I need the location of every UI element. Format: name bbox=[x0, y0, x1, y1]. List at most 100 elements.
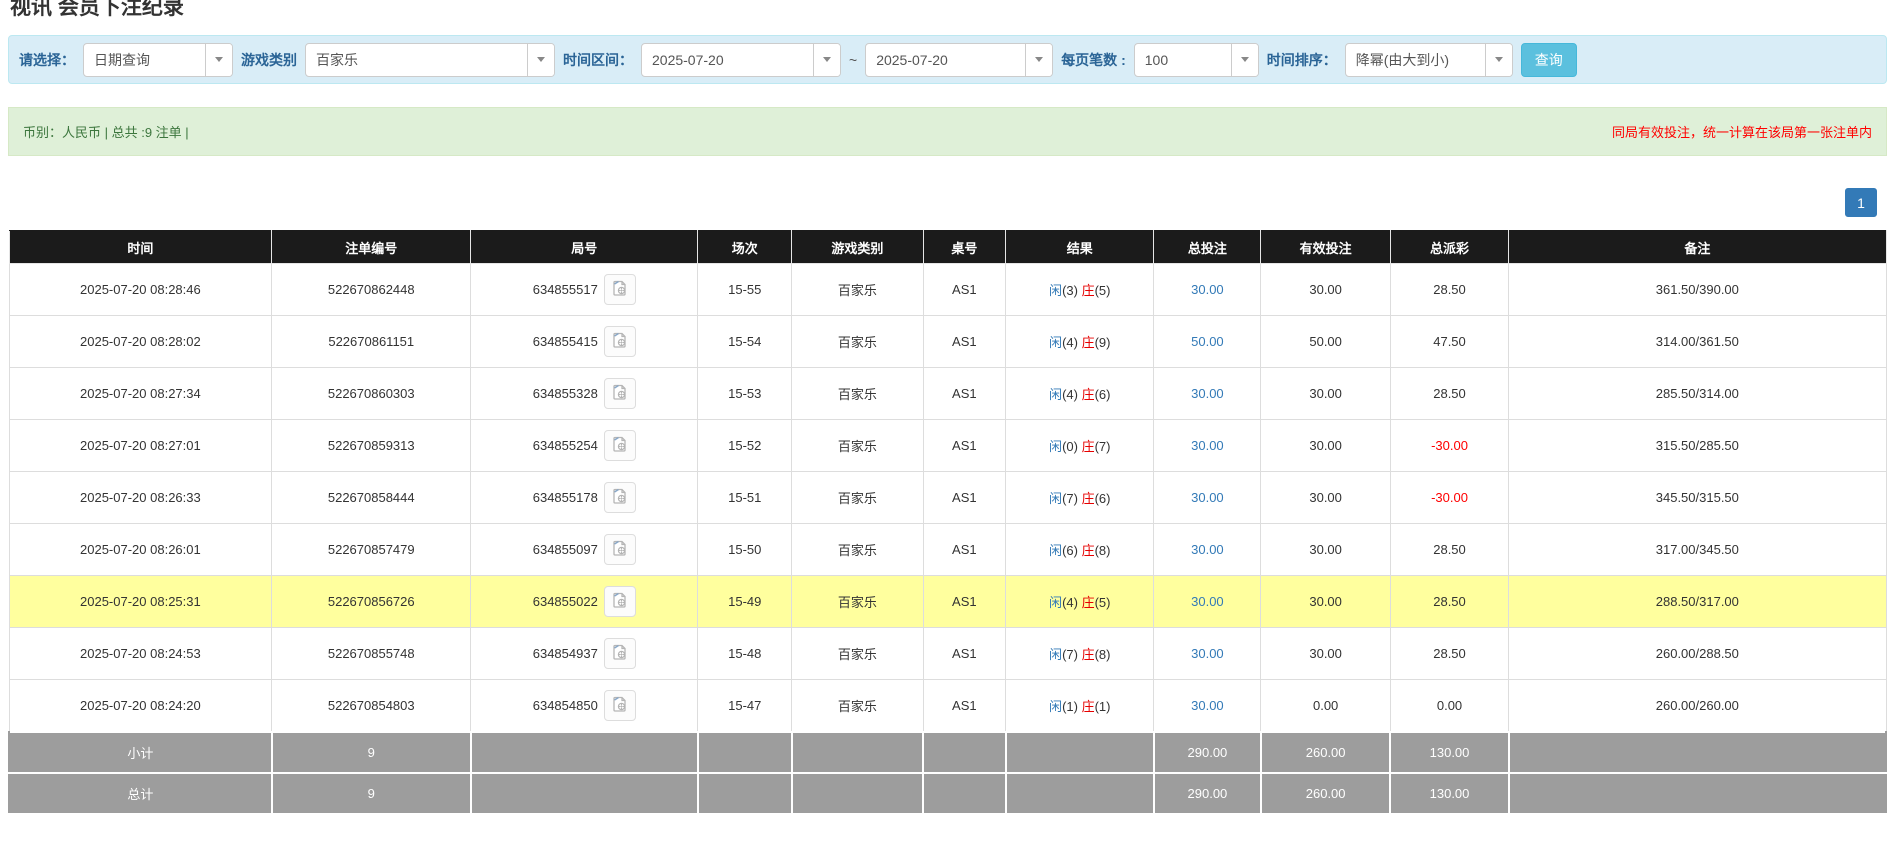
result-banker-label: 庄 bbox=[1082, 647, 1095, 662]
result-player-label: 闲 bbox=[1049, 647, 1062, 662]
cell-round-id: 634855328 bbox=[471, 368, 698, 420]
result-banker-label: 庄 bbox=[1082, 283, 1095, 298]
query-button[interactable]: 查询 bbox=[1521, 43, 1577, 77]
result-banker-score: (1) bbox=[1095, 699, 1111, 714]
cell-game-type: 百家乐 bbox=[792, 472, 923, 524]
total-bet-link[interactable]: 50.00 bbox=[1191, 334, 1224, 349]
time-sort-select[interactable]: 降幂(由大到小) bbox=[1345, 43, 1513, 77]
total-payout: 130.00 bbox=[1390, 773, 1508, 814]
total-bet-link[interactable]: 30.00 bbox=[1191, 542, 1224, 557]
cell-result: 闲(7) 庄(8) bbox=[1006, 628, 1154, 680]
cell-payout: 28.50 bbox=[1390, 368, 1508, 420]
cell-round-id: 634855254 bbox=[471, 420, 698, 472]
chevron-down-icon[interactable] bbox=[813, 44, 840, 76]
cell-total-bet: 30.00 bbox=[1154, 524, 1261, 576]
total-bet-link[interactable]: 30.00 bbox=[1191, 490, 1224, 505]
video-icon bbox=[611, 435, 629, 456]
video-replay-button[interactable] bbox=[604, 274, 636, 305]
video-replay-button[interactable] bbox=[604, 482, 636, 513]
round-id-text: 634854937 bbox=[533, 646, 598, 661]
chevron-down-icon[interactable] bbox=[205, 44, 232, 76]
round-id-text: 634855328 bbox=[533, 386, 598, 401]
total-bet-link[interactable]: 30.00 bbox=[1191, 386, 1224, 401]
cell-payout: 0.00 bbox=[1390, 680, 1508, 732]
video-icon bbox=[611, 383, 629, 404]
chevron-down-icon[interactable] bbox=[1231, 44, 1258, 76]
cell-note: 345.50/315.50 bbox=[1509, 472, 1886, 524]
page-title: 视讯 会员下注纪录 bbox=[8, 0, 1887, 21]
total-bet-link[interactable]: 30.00 bbox=[1191, 282, 1224, 297]
cell-time: 2025-07-20 08:26:33 bbox=[9, 472, 272, 524]
result-banker-label: 庄 bbox=[1082, 595, 1095, 610]
video-icon bbox=[611, 539, 629, 560]
cell-game-type: 百家乐 bbox=[792, 680, 923, 732]
page-size-label: 每页笔数 : bbox=[1061, 50, 1126, 70]
chevron-down-icon[interactable] bbox=[527, 44, 554, 76]
video-icon bbox=[611, 643, 629, 664]
query-type-select[interactable]: 日期查询 bbox=[83, 43, 233, 77]
page-size-select[interactable]: 100 bbox=[1134, 43, 1259, 77]
page-1-button[interactable]: 1 bbox=[1845, 188, 1877, 217]
chevron-down-icon[interactable] bbox=[1025, 44, 1052, 76]
cell-game-type: 百家乐 bbox=[792, 316, 923, 368]
result-banker-label: 庄 bbox=[1082, 387, 1095, 402]
video-replay-button[interactable] bbox=[604, 534, 636, 565]
column-header: 有效投注 bbox=[1261, 231, 1391, 264]
result-player-score: (4) bbox=[1062, 335, 1078, 350]
total-bet-link[interactable]: 30.00 bbox=[1191, 698, 1224, 713]
cell-round-id: 634855517 bbox=[471, 264, 698, 316]
video-replay-button[interactable] bbox=[604, 430, 636, 461]
column-header: 时间 bbox=[9, 231, 272, 264]
cell-table-no: AS1 bbox=[923, 680, 1006, 732]
video-replay-button[interactable] bbox=[604, 690, 636, 721]
total-bet-link[interactable]: 30.00 bbox=[1191, 594, 1224, 609]
cell-table-no: AS1 bbox=[923, 576, 1006, 628]
round-id-text: 634855415 bbox=[533, 334, 598, 349]
video-replay-button[interactable] bbox=[604, 638, 636, 669]
cell-valid-bet: 30.00 bbox=[1261, 368, 1391, 420]
cell-valid-bet: 0.00 bbox=[1261, 680, 1391, 732]
column-header: 场次 bbox=[698, 231, 792, 264]
result-banker-score: (5) bbox=[1095, 283, 1111, 298]
result-player-score: (7) bbox=[1062, 647, 1078, 662]
pagination: 1 bbox=[8, 188, 1887, 217]
date-to-value: 2025-07-20 bbox=[866, 52, 1025, 68]
video-replay-button[interactable] bbox=[604, 586, 636, 617]
cell-total-bet: 50.00 bbox=[1154, 316, 1261, 368]
column-header: 结果 bbox=[1006, 231, 1154, 264]
date-to-select[interactable]: 2025-07-20 bbox=[865, 43, 1053, 77]
cell-valid-bet: 50.00 bbox=[1261, 316, 1391, 368]
result-player-label: 闲 bbox=[1049, 335, 1062, 350]
chevron-down-icon[interactable] bbox=[1485, 44, 1512, 76]
cell-round-id: 634855022 bbox=[471, 576, 698, 628]
result-banker-score: (8) bbox=[1095, 647, 1111, 662]
video-icon bbox=[611, 695, 629, 716]
round-id-text: 634855178 bbox=[533, 490, 598, 505]
total-bet-link[interactable]: 30.00 bbox=[1191, 646, 1224, 661]
table-row: 2025-07-20 08:25:31 522670856726 6348550… bbox=[9, 576, 1886, 628]
valid-bet-notice: 同局有效投注，统一计算在该局第一张注单内 bbox=[1612, 122, 1872, 141]
cell-note: 315.50/285.50 bbox=[1509, 420, 1886, 472]
result-player-label: 闲 bbox=[1049, 543, 1062, 558]
cell-table-no: AS1 bbox=[923, 628, 1006, 680]
cell-note: 317.00/345.50 bbox=[1509, 524, 1886, 576]
game-type-label: 游戏类别 bbox=[241, 50, 297, 70]
video-replay-button[interactable] bbox=[604, 326, 636, 357]
cell-total-bet: 30.00 bbox=[1154, 680, 1261, 732]
result-player-score: (0) bbox=[1062, 439, 1078, 454]
currency-total-text: 币别：人民币 | 总共 :9 注单 | bbox=[23, 122, 189, 141]
date-from-select[interactable]: 2025-07-20 bbox=[641, 43, 841, 77]
cell-payout: 47.50 bbox=[1390, 316, 1508, 368]
result-player-score: (6) bbox=[1062, 543, 1078, 558]
result-banker-score: (6) bbox=[1095, 491, 1111, 506]
result-player-label: 闲 bbox=[1049, 595, 1062, 610]
cell-game-type: 百家乐 bbox=[792, 264, 923, 316]
video-replay-button[interactable] bbox=[604, 378, 636, 409]
cell-result: 闲(4) 庄(9) bbox=[1006, 316, 1154, 368]
cell-session: 15-48 bbox=[698, 628, 792, 680]
cell-round-id: 634855178 bbox=[471, 472, 698, 524]
game-type-select[interactable]: 百家乐 bbox=[305, 43, 555, 77]
column-header: 局号 bbox=[471, 231, 698, 264]
total-bet-link[interactable]: 30.00 bbox=[1191, 438, 1224, 453]
round-id-text: 634854850 bbox=[533, 698, 598, 713]
